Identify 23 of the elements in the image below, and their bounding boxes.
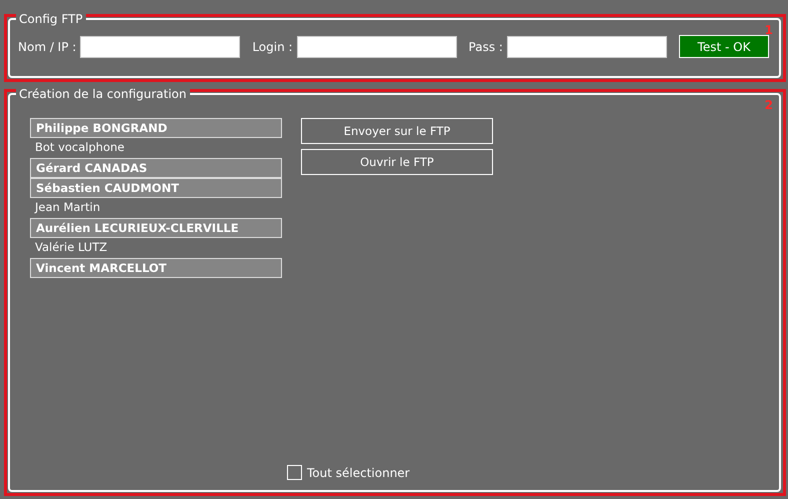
list-item[interactable]: Bot vocalphone (30, 138, 282, 158)
list-item[interactable]: Jean Martin (30, 198, 282, 218)
input-field[interactable] (80, 36, 240, 58)
annotation-number: 1 (764, 23, 773, 37)
checkbox-label: Tout sélectionner (307, 466, 410, 480)
list-item[interactable]: Philippe BONGRAND (30, 118, 282, 138)
input-field[interactable] (506, 36, 667, 58)
action-button[interactable]: Envoyer sur le FTP (301, 118, 493, 144)
list-item[interactable]: Valérie LUTZ (30, 238, 282, 258)
field-label: Pass : (468, 40, 503, 54)
group-title: Config FTP (16, 11, 86, 27)
field-label: Nom / IP : (18, 40, 76, 54)
list-item[interactable]: Vincent MARCELLOT (30, 258, 282, 278)
checkbox[interactable] (287, 465, 302, 480)
input-field[interactable] (296, 36, 457, 58)
action-button[interactable]: Ouvrir le FTP (301, 149, 493, 175)
test-button[interactable]: Test - OK (678, 35, 769, 58)
annotation-number: 2 (764, 98, 773, 112)
field-label: Login : (252, 40, 293, 54)
list-item[interactable]: Aurélien LECURIEUX-CLERVILLE (30, 218, 282, 238)
list-item[interactable]: Sébastien CAUDMONT (30, 178, 282, 198)
list-item[interactable]: Gérard CANADAS (30, 158, 282, 178)
group-title: Création de la configuration (16, 86, 190, 102)
